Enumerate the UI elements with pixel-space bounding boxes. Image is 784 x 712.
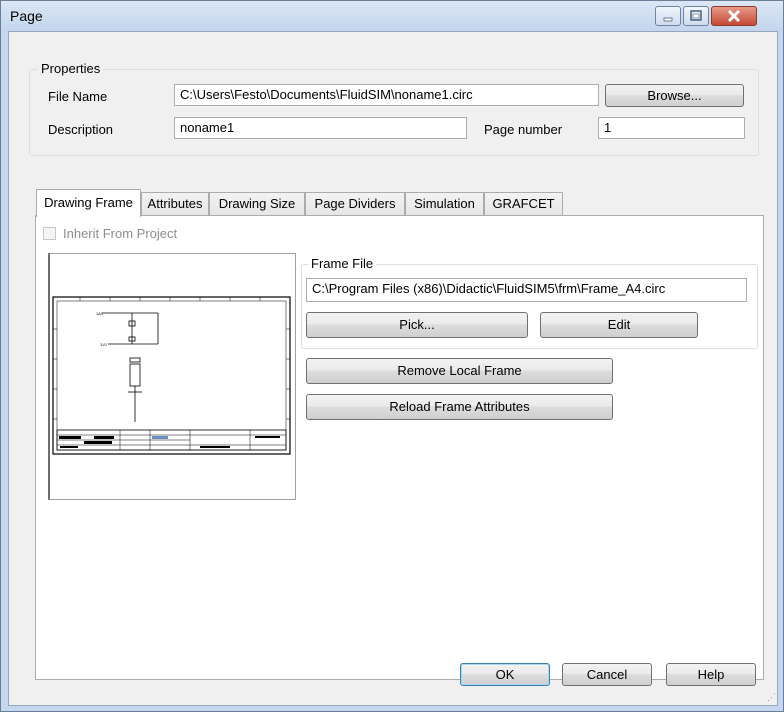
minimize-button[interactable]	[655, 6, 681, 26]
inherit-from-project-checkbox[interactable]	[43, 227, 56, 240]
frame-file-field[interactable]: C:\Program Files (x86)\Didactic\FluidSIM…	[306, 278, 747, 302]
ok-button[interactable]: OK	[460, 663, 550, 686]
file-name-field[interactable]: C:\Users\Festo\Documents\FluidSIM\noname…	[174, 84, 599, 106]
close-button[interactable]	[711, 6, 757, 26]
minimize-icon	[663, 17, 673, 22]
window-title: Page	[10, 8, 43, 24]
cancel-button[interactable]: Cancel	[562, 663, 652, 686]
maximize-button[interactable]	[683, 6, 709, 26]
tab-drawing-frame[interactable]: Drawing Frame	[36, 189, 141, 217]
page-dialog-window: Page Properties File Name C:\Users\Festo…	[0, 0, 784, 712]
properties-group: Properties	[29, 61, 759, 156]
description-field[interactable]: noname1	[174, 117, 467, 139]
pick-button[interactable]: Pick...	[306, 312, 528, 338]
tab-grafcet[interactable]: GRAFCET	[484, 192, 563, 215]
resize-grip-icon[interactable]: ⋰	[767, 692, 776, 703]
svg-text:1V1: 1V1	[100, 342, 108, 347]
tab-attributes[interactable]: Attributes	[141, 192, 209, 215]
maximize-icon	[690, 10, 702, 21]
svg-text:1A1: 1A1	[96, 311, 104, 316]
edit-button[interactable]: Edit	[540, 312, 698, 338]
help-button[interactable]: Help	[666, 663, 756, 686]
file-name-label: File Name	[48, 89, 108, 104]
inherit-from-project-label: Inherit From Project	[63, 226, 178, 241]
close-icon	[727, 9, 741, 23]
tab-page-dividers[interactable]: Page Dividers	[305, 192, 405, 215]
frame-preview: 1A1 1V1	[48, 253, 296, 500]
tab-simulation[interactable]: Simulation	[405, 192, 484, 215]
reload-frame-attributes-button[interactable]: Reload Frame Attributes	[306, 394, 613, 420]
page-number-field[interactable]: 1	[598, 117, 745, 139]
frame-file-group-title: Frame File	[308, 256, 377, 271]
description-label: Description	[48, 122, 114, 137]
browse-button[interactable]: Browse...	[605, 84, 744, 107]
drawing-frame-panel: Inherit From Project 1A1 1V1 Frame File …	[35, 215, 764, 680]
frame-preview-drawing: 1A1 1V1	[52, 296, 291, 455]
title-bar[interactable]: Page	[1, 1, 783, 31]
dialog-client-area: Properties File Name C:\Users\Festo\Docu…	[8, 31, 778, 706]
tab-drawing-size[interactable]: Drawing Size	[209, 192, 305, 215]
remove-local-frame-button[interactable]: Remove Local Frame	[306, 358, 613, 384]
page-number-label: Page number	[484, 122, 563, 137]
properties-group-title: Properties	[38, 61, 104, 76]
